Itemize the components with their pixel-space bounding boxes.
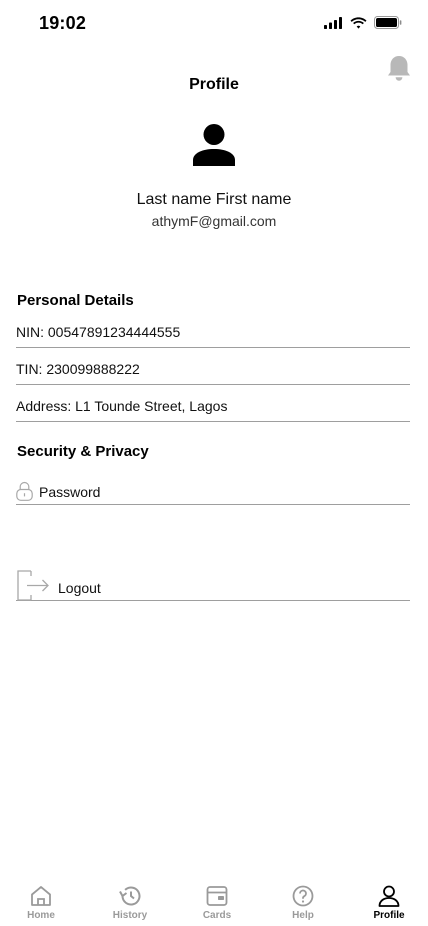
nin-row[interactable]: NIN: 00547891234444555 (16, 324, 410, 348)
bottom-nav: Home History Cards Help Profile (0, 872, 428, 926)
home-icon (31, 886, 51, 906)
nav-help[interactable]: Help (263, 872, 343, 926)
logout-icon (17, 570, 49, 601)
address-row[interactable]: Address: L1 Tounde Street, Lagos (16, 398, 410, 422)
battery-icon (374, 16, 402, 29)
status-icons (324, 16, 402, 29)
lock-icon (16, 481, 33, 501)
status-time: 19:02 (39, 13, 87, 33)
nav-cards[interactable]: Cards (177, 872, 257, 926)
bell-icon[interactable] (386, 54, 412, 82)
security-privacy-title: Security & Privacy (17, 443, 149, 460)
nin-text: NIN: 00547891234444555 (16, 324, 181, 340)
page-title: Profile (189, 76, 239, 93)
tin-text: TIN: 230099888222 (16, 361, 140, 377)
logout-row[interactable]: Logout (16, 570, 410, 601)
logout-label: Logout (58, 580, 101, 596)
user-email: athymF@gmail.com (151, 213, 277, 229)
nav-cards-label: Cards (202, 910, 232, 921)
nav-history[interactable]: History (90, 872, 170, 926)
history-icon (119, 886, 141, 906)
avatar (193, 124, 235, 166)
help-icon (292, 885, 314, 907)
tin-row[interactable]: TIN: 230099888222 (16, 361, 410, 385)
password-row[interactable]: Password (16, 480, 410, 505)
wifi-icon (350, 16, 367, 29)
personal-details-title: Personal Details (17, 292, 134, 309)
nav-home[interactable]: Home (1, 872, 81, 926)
status-bar: 19:02 (0, 0, 428, 46)
signal-icon (324, 16, 342, 29)
nav-help-label: Help (292, 910, 314, 921)
user-name: Last name First name (136, 191, 292, 208)
nav-history-label: History (112, 910, 148, 921)
password-label: Password (39, 484, 101, 500)
profile-icon (378, 885, 400, 907)
card-icon (206, 886, 228, 906)
address-text: Address: L1 Tounde Street, Lagos (16, 398, 228, 414)
nav-profile-label: Profile (373, 910, 405, 921)
nav-home-label: Home (27, 910, 55, 921)
nav-profile[interactable]: Profile (349, 872, 428, 926)
